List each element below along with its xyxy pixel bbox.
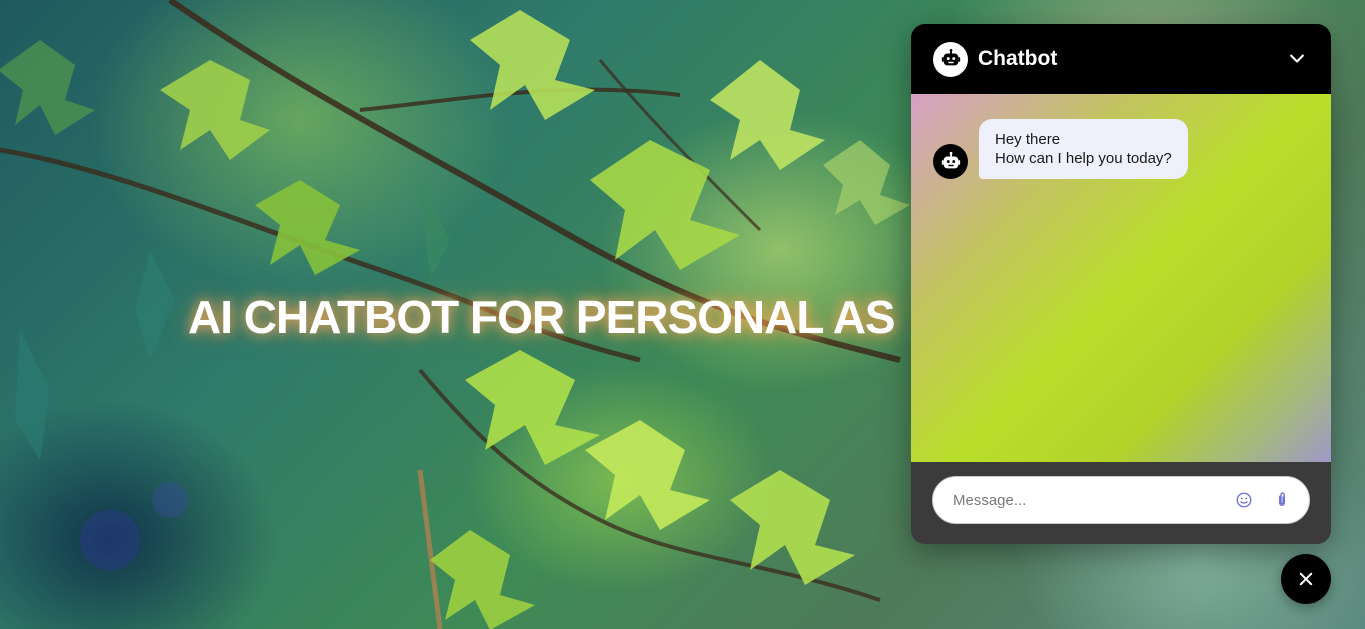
robot-icon: [933, 41, 968, 77]
message-text-line: How can I help you today?: [995, 150, 1172, 167]
chatbot-window: Chatbot Hey there How can I help you tod…: [911, 24, 1331, 544]
emoji-button[interactable]: [1231, 487, 1257, 513]
collapse-button[interactable]: [1285, 47, 1309, 71]
chatbot-header: Chatbot: [911, 24, 1331, 94]
message-bubble: Hey there How can I help you today?: [979, 119, 1188, 179]
chat-composer: [911, 462, 1331, 544]
hero-title: AI CHATBOT FOR PERSONAL AS: [188, 291, 896, 343]
close-chat-button[interactable]: [1281, 554, 1331, 604]
message-text-line: Hey there: [995, 131, 1061, 148]
paperclip-icon: [1279, 492, 1285, 506]
message-input-wrapper: [932, 476, 1310, 524]
attach-button[interactable]: [1269, 487, 1295, 513]
robot-icon: [933, 144, 968, 179]
smiley-icon: [1236, 492, 1252, 508]
chat-messages: Hey there How can I help you today?: [911, 94, 1331, 462]
page-background: AI CHATBOT FOR PERSONAL AS Chatbot Hey t…: [0, 0, 1365, 629]
message-input[interactable]: [951, 490, 1219, 510]
close-icon: [1299, 572, 1313, 586]
chevron-down-icon: [1290, 54, 1304, 63]
bot-message: Hey there How can I help you today?: [933, 119, 1309, 179]
chatbot-title: Chatbot: [978, 47, 1058, 70]
